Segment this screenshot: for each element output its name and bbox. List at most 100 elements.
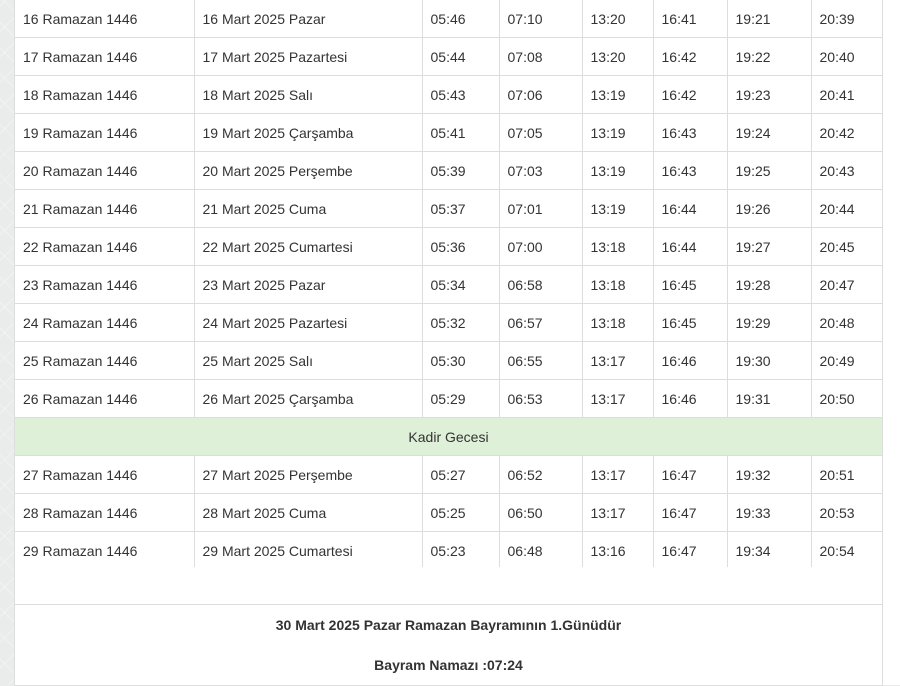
hijri-date-cell: 25 Ramazan 1446 (15, 341, 195, 380)
ikindi-time-cell: 16:47 (653, 531, 728, 570)
yatsi-time-cell: 20:53 (811, 493, 882, 532)
table-row: 22 Ramazan 1446 22 Mart 2025 Cumartesi 05:… (15, 227, 882, 266)
imsak-time-cell: 05:39 (422, 151, 500, 190)
gregorian-date-cell: 28 Mart 2025 Cuma (194, 493, 423, 532)
bayram-namazi-time: Bayram Namazı :07:24 (374, 657, 523, 673)
gregorian-date-cell: 22 Mart 2025 Cumartesi (194, 227, 423, 266)
yatsi-time-cell: 20:47 (811, 265, 882, 304)
table-row: 21 Ramazan 1446 21 Mart 2025 Cuma 05:37 07:… (15, 189, 882, 228)
imsak-time-cell: 05:44 (422, 37, 500, 76)
ogle-time-cell: 13:19 (582, 75, 654, 114)
hijri-date-cell: 22 Ramazan 1446 (15, 227, 195, 266)
aksam-time-cell: 19:22 (727, 37, 812, 76)
ogle-time-cell: 13:17 (582, 455, 654, 494)
imsak-time-cell: 05:27 (422, 455, 500, 494)
aksam-time-cell: 19:24 (727, 113, 812, 152)
table-footer: 30 Mart 2025 Pazar Ramazan Bayramının 1.… (14, 567, 883, 686)
yatsi-time-cell: 20:45 (811, 227, 882, 266)
gunes-time-cell: 06:52 (499, 455, 583, 494)
ogle-time-cell: 13:19 (582, 151, 654, 190)
ogle-time-cell: 13:20 (582, 37, 654, 76)
ikindi-time-cell: 16:45 (653, 303, 728, 342)
gunes-time-cell: 07:00 (499, 227, 583, 266)
gregorian-date-cell: 20 Mart 2025 Perşembe (194, 151, 423, 190)
ikindi-time-cell: 16:43 (653, 151, 728, 190)
ogle-time-cell: 13:17 (582, 379, 654, 418)
table-row: 19 Ramazan 1446 19 Mart 2025 Çarşamba 05:4… (15, 113, 882, 152)
ikindi-time-cell: 16:44 (653, 189, 728, 228)
table-row: 28 Ramazan 1446 28 Mart 2025 Cuma 05:25 06:… (15, 493, 882, 532)
imsak-time-cell: 05:30 (422, 341, 500, 380)
ogle-time-cell: 13:20 (582, 0, 654, 38)
hijri-date-cell: 24 Ramazan 1446 (15, 303, 195, 342)
gregorian-date-cell: 24 Mart 2025 Pazartesi (194, 303, 423, 342)
ogle-time-cell: 13:18 (582, 227, 654, 266)
table-row: 26 Ramazan 1446 26 Mart 2025 Çarşamba 05:2… (15, 379, 882, 418)
imsak-time-cell: 05:43 (422, 75, 500, 114)
hijri-date-cell: 16 Ramazan 1446 (15, 0, 195, 38)
imsak-time-cell: 05:34 (422, 265, 500, 304)
ikindi-time-cell: 16:42 (653, 37, 728, 76)
bayram-announcement: 30 Mart 2025 Pazar Ramazan Bayramının 1.… (275, 617, 622, 633)
table-row: 23 Ramazan 1446 23 Mart 2025 Pazar 05:34 06… (15, 265, 882, 304)
table-row: 24 Ramazan 1446 24 Mart 2025 Pazartesi 05:… (15, 303, 882, 342)
ikindi-time-cell: 16:46 (653, 379, 728, 418)
table-row: 17 Ramazan 1446 17 Mart 2025 Pazartesi 05:… (15, 37, 882, 76)
aksam-time-cell: 19:23 (727, 75, 812, 114)
aksam-time-cell: 19:33 (727, 493, 812, 532)
gregorian-date-cell: 27 Mart 2025 Perşembe (194, 455, 423, 494)
gregorian-date-cell: 17 Mart 2025 Pazartesi (194, 37, 423, 76)
imsak-time-cell: 05:46 (422, 0, 500, 38)
gunes-time-cell: 07:01 (499, 189, 583, 228)
yatsi-time-cell: 20:40 (811, 37, 882, 76)
gunes-time-cell: 07:03 (499, 151, 583, 190)
gregorian-date-cell: 18 Mart 2025 Salı (194, 75, 423, 114)
imsak-time-cell: 05:36 (422, 227, 500, 266)
hijri-date-cell: 27 Ramazan 1446 (15, 455, 195, 494)
gregorian-date-cell: 23 Mart 2025 Pazar (194, 265, 423, 304)
ogle-time-cell: 13:19 (582, 113, 654, 152)
hijri-date-cell: 20 Ramazan 1446 (15, 151, 195, 190)
yatsi-time-cell: 20:48 (811, 303, 882, 342)
table-row: 27 Ramazan 1446 27 Mart 2025 Perşembe 05:2… (15, 455, 882, 494)
imsak-time-cell: 05:41 (422, 113, 500, 152)
aksam-time-cell: 19:29 (727, 303, 812, 342)
ogle-time-cell: 13:17 (582, 341, 654, 380)
yatsi-time-cell: 20:43 (811, 151, 882, 190)
yatsi-time-cell: 20:50 (811, 379, 882, 418)
aksam-time-cell: 19:21 (727, 0, 812, 38)
hijri-date-cell: 23 Ramazan 1446 (15, 265, 195, 304)
table-row: 20 Ramazan 1446 20 Mart 2025 Perşembe 05:3… (15, 151, 882, 190)
ikindi-time-cell: 16:41 (653, 0, 728, 38)
ikindi-time-cell: 16:47 (653, 455, 728, 494)
kadir-gecesi-row: Kadir Gecesi (15, 417, 882, 456)
hijri-date-cell: 18 Ramazan 1446 (15, 75, 195, 114)
aksam-time-cell: 19:26 (727, 189, 812, 228)
aksam-time-cell: 19:31 (727, 379, 812, 418)
ikindi-time-cell: 16:45 (653, 265, 728, 304)
gregorian-date-cell: 16 Mart 2025 Pazar (194, 0, 423, 38)
gregorian-date-cell: 25 Mart 2025 Salı (194, 341, 423, 380)
gunes-time-cell: 06:50 (499, 493, 583, 532)
gregorian-date-cell: 21 Mart 2025 Cuma (194, 189, 423, 228)
ogle-time-cell: 13:19 (582, 189, 654, 228)
aksam-time-cell: 19:32 (727, 455, 812, 494)
gregorian-date-cell: 19 Mart 2025 Çarşamba (194, 113, 423, 152)
gunes-time-cell: 07:05 (499, 113, 583, 152)
yatsi-time-cell: 20:49 (811, 341, 882, 380)
ogle-time-cell: 13:16 (582, 531, 654, 570)
table-row: 29 Ramazan 1446 29 Mart 2025 Cumartesi 05:… (15, 531, 882, 570)
special-note-cell: Kadir Gecesi (15, 417, 882, 456)
ikindi-time-cell: 16:46 (653, 341, 728, 380)
table-row: 16 Ramazan 1446 16 Mart 2025 Pazar 05:46 07… (15, 0, 882, 38)
gunes-time-cell: 07:06 (499, 75, 583, 114)
gregorian-date-cell: 29 Mart 2025 Cumartesi (194, 531, 423, 570)
footer-empty-row (15, 567, 882, 605)
gunes-time-cell: 06:55 (499, 341, 583, 380)
ikindi-time-cell: 16:47 (653, 493, 728, 532)
hijri-date-cell: 28 Ramazan 1446 (15, 493, 195, 532)
ikindi-time-cell: 16:44 (653, 227, 728, 266)
prayer-times-table: 16 Ramazan 1446 16 Mart 2025 Pazar 05:46 07… (15, 0, 882, 570)
aksam-time-cell: 19:25 (727, 151, 812, 190)
hijri-date-cell: 21 Ramazan 1446 (15, 189, 195, 228)
